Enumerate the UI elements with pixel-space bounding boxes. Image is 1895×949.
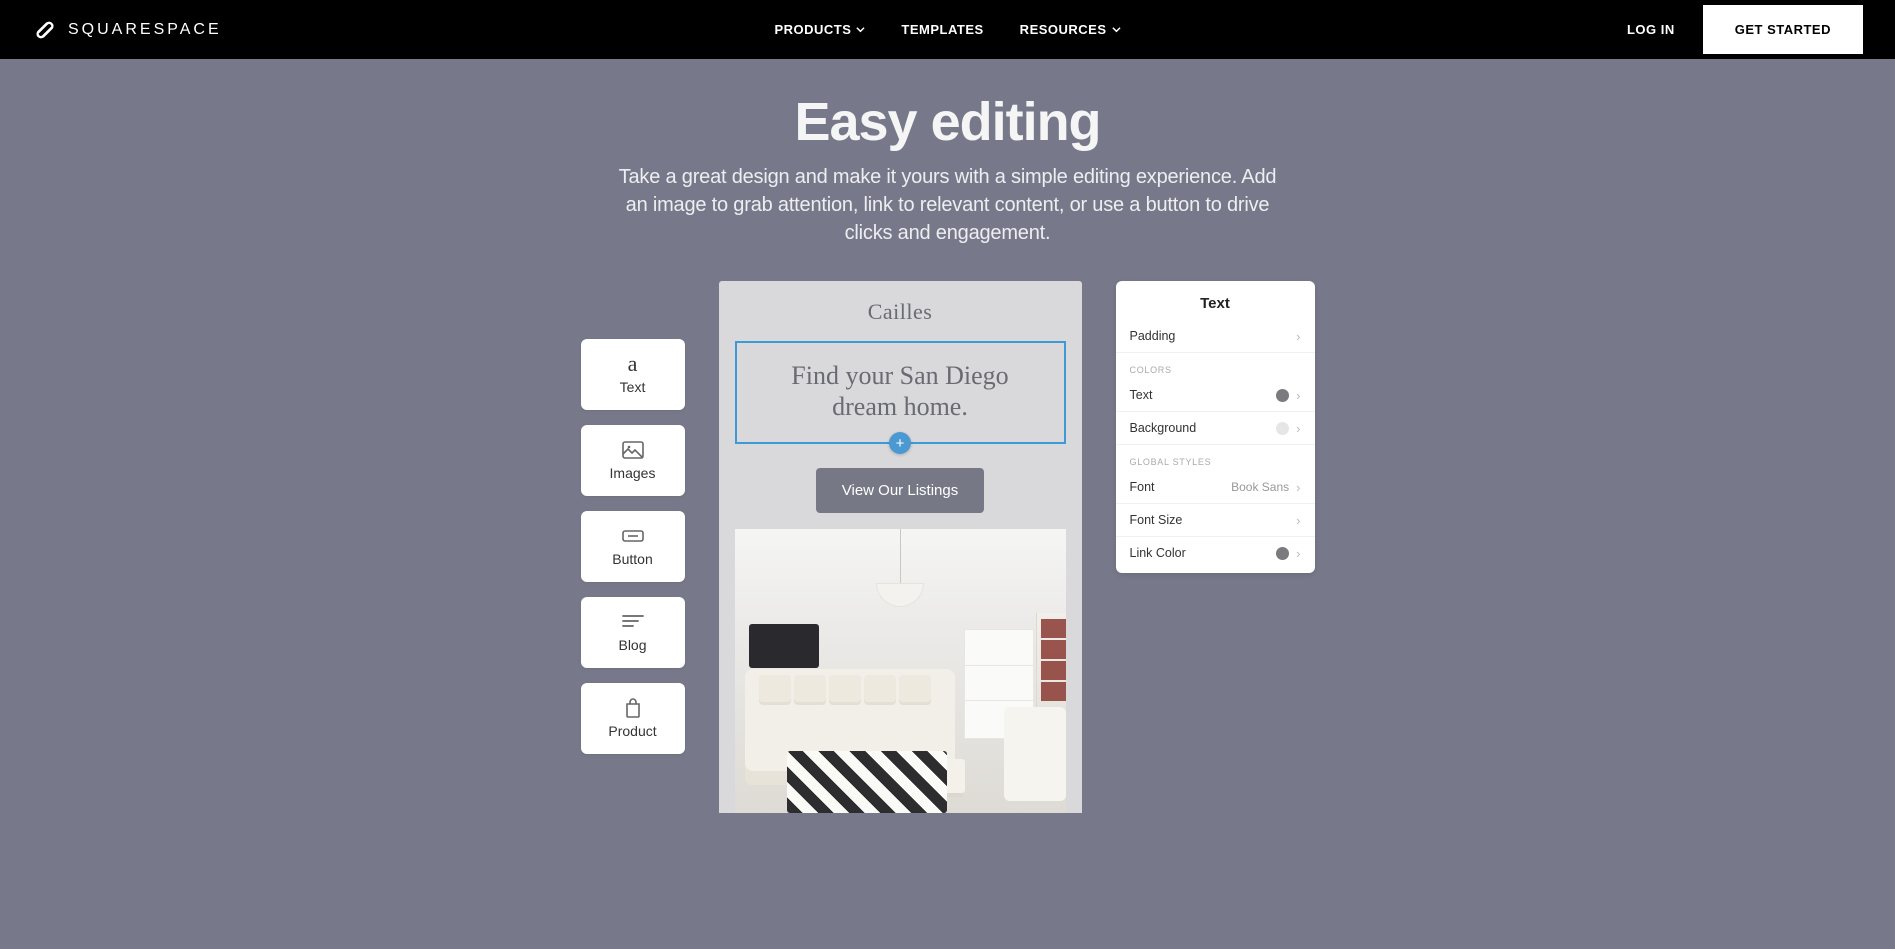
- color-swatch-icon: [1276, 389, 1289, 402]
- login-link[interactable]: LOG IN: [1627, 22, 1675, 37]
- tool-text-label: Text: [620, 379, 646, 395]
- hero: Easy editing Take a great design and mak…: [0, 59, 1895, 265]
- panel-row-label: Font Size: [1130, 513, 1183, 527]
- panel-row-label: Text: [1130, 388, 1153, 402]
- tv-graphic: [749, 624, 819, 668]
- headline-block-selected[interactable]: Find your San Diego dream home. +: [735, 341, 1066, 444]
- panel-title: Text: [1116, 295, 1315, 312]
- properties-panel: Text Padding › COLORS Text › Background …: [1116, 281, 1315, 573]
- text-icon: a: [622, 355, 644, 373]
- nav-products[interactable]: PRODUCTS: [774, 22, 865, 37]
- tool-button[interactable]: Button: [581, 511, 685, 582]
- panel-row-link-color[interactable]: Link Color ›: [1116, 537, 1315, 569]
- armchair-graphic: [1004, 707, 1066, 801]
- nav-templates-label: TEMPLATES: [901, 22, 983, 37]
- panel-row-text-color[interactable]: Text ›: [1116, 379, 1315, 412]
- color-swatch-icon: [1276, 547, 1289, 560]
- tool-button-label: Button: [612, 551, 652, 567]
- blog-icon: [622, 613, 644, 631]
- panel-row-label: Background: [1130, 421, 1197, 435]
- tool-product[interactable]: Product: [581, 683, 685, 754]
- chevron-right-icon: ›: [1296, 330, 1300, 343]
- hero-image: [735, 529, 1066, 813]
- tool-images[interactable]: Images: [581, 425, 685, 496]
- window-graphic: [1036, 613, 1066, 707]
- brand-area[interactable]: SQUARESPACE: [32, 17, 222, 43]
- panel-group-colors: COLORS: [1116, 353, 1315, 379]
- product-icon: [622, 699, 644, 717]
- nav-products-label: PRODUCTS: [774, 22, 851, 37]
- hero-title: Easy editing: [0, 91, 1895, 153]
- editor-area: a Text Images Button Blog Product: [0, 281, 1895, 813]
- tool-column: a Text Images Button Blog Product: [581, 339, 685, 754]
- panel-row-label: Link Color: [1130, 546, 1186, 560]
- tool-product-label: Product: [608, 723, 656, 739]
- panel-row-background-color[interactable]: Background ›: [1116, 412, 1315, 445]
- chevron-right-icon: ›: [1296, 422, 1300, 435]
- tool-images-label: Images: [610, 465, 656, 481]
- chevron-down-icon: [1112, 25, 1121, 34]
- editor-canvas: Cailles Find your San Diego dream home. …: [719, 281, 1082, 813]
- tool-blog[interactable]: Blog: [581, 597, 685, 668]
- nav-center: PRODUCTS TEMPLATES RESOURCES: [774, 22, 1120, 37]
- panel-group-global: GLOBAL STYLES: [1116, 445, 1315, 471]
- tool-blog-label: Blog: [618, 637, 646, 653]
- panel-row-padding[interactable]: Padding ›: [1116, 320, 1315, 353]
- chevron-right-icon: ›: [1296, 481, 1300, 494]
- tool-text[interactable]: a Text: [581, 339, 685, 410]
- color-swatch-icon: [1276, 422, 1289, 435]
- brand-name: SQUARESPACE: [68, 21, 222, 39]
- button-icon: [622, 527, 644, 545]
- chevron-right-icon: ›: [1296, 514, 1300, 527]
- chevron-down-icon: [856, 25, 865, 34]
- top-nav: SQUARESPACE PRODUCTS TEMPLATES RESOURCES…: [0, 0, 1895, 59]
- squarespace-logo-icon: [32, 17, 58, 43]
- get-started-button[interactable]: GET STARTED: [1703, 5, 1863, 54]
- nav-resources-label: RESOURCES: [1020, 22, 1107, 37]
- headline-text: Find your San Diego dream home.: [761, 361, 1040, 422]
- panel-row-label: Font: [1130, 480, 1155, 494]
- view-listings-button[interactable]: View Our Listings: [816, 468, 984, 513]
- pendant-lamp-graphic: [876, 583, 924, 607]
- panel-row-value: Book Sans: [1231, 480, 1289, 494]
- plus-icon: +: [896, 435, 905, 452]
- chevron-right-icon: ›: [1296, 389, 1300, 402]
- panel-row-label: Padding: [1130, 329, 1176, 343]
- add-block-button[interactable]: +: [889, 432, 911, 454]
- site-title: Cailles: [735, 299, 1066, 325]
- hero-subtitle: Take a great design and make it yours wi…: [618, 163, 1278, 247]
- image-icon: [622, 441, 644, 459]
- chevron-right-icon: ›: [1296, 547, 1300, 560]
- nav-right: LOG IN GET STARTED: [1627, 5, 1863, 54]
- panel-row-font[interactable]: Font Book Sans ›: [1116, 471, 1315, 504]
- nav-templates[interactable]: TEMPLATES: [901, 22, 983, 37]
- ottoman-graphic: [787, 751, 947, 813]
- panel-row-font-size[interactable]: Font Size ›: [1116, 504, 1315, 537]
- nav-resources[interactable]: RESOURCES: [1020, 22, 1121, 37]
